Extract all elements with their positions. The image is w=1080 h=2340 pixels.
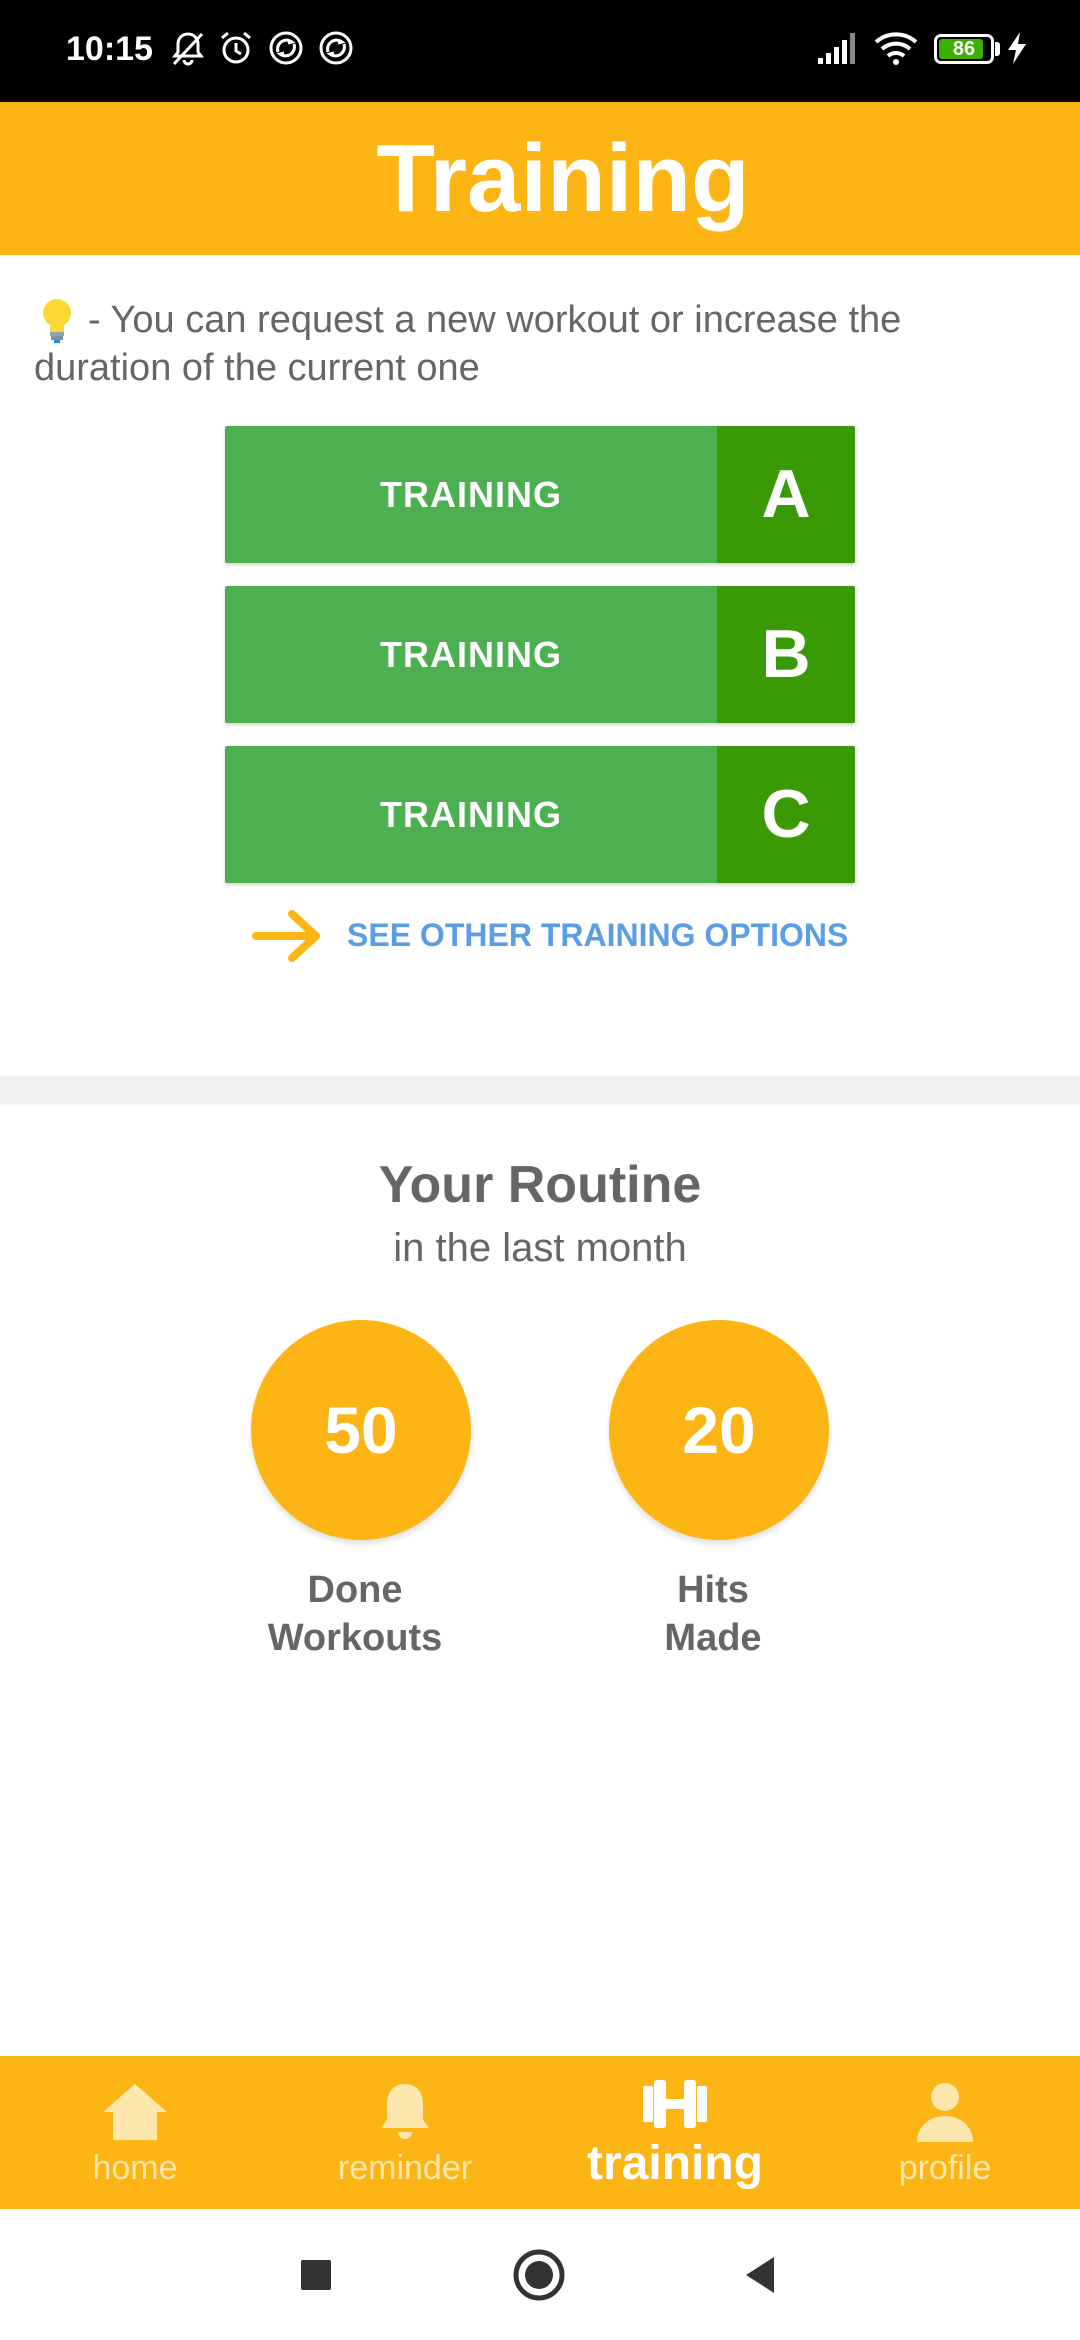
training-label: TRAINING: [380, 794, 562, 835]
signal-icon: [818, 33, 855, 64]
battery-icon: 86: [934, 34, 994, 64]
back-button[interactable]: [732, 2245, 792, 2305]
training-b-button[interactable]: TRAINING B: [225, 586, 855, 723]
section-divider: [0, 1076, 1080, 1102]
nav-label-profile: profile: [898, 2149, 992, 2187]
training-c-button[interactable]: TRAINING C: [225, 746, 855, 883]
page-title: Training: [376, 125, 750, 232]
hits-made-circle: 20: [609, 1320, 829, 1540]
person-icon: [917, 2083, 973, 2142]
hits-made-label: Hits Made: [664, 1569, 762, 1659]
nav-item-profile[interactable]: profile: [810, 2056, 1080, 2209]
hits-made-value: 20: [682, 1393, 756, 1467]
battery-tip: [995, 42, 1000, 56]
training-letter: B: [717, 586, 855, 723]
bell-off-icon: [172, 32, 204, 66]
nav-item-home[interactable]: home: [0, 2056, 270, 2209]
see-other-options-link[interactable]: SEE OTHER TRAINING OPTIONS: [252, 900, 852, 970]
status-time: 10:15: [66, 30, 153, 68]
lightbulb-icon: [43, 299, 71, 343]
training-label: TRAINING: [380, 634, 562, 675]
training-letter: A: [717, 426, 855, 563]
charging-icon: [1008, 32, 1026, 64]
nav-label-training: training: [587, 2137, 763, 2190]
done-workouts-circle: 50: [251, 1320, 471, 1540]
status-bar: [0, 0, 1080, 102]
done-workouts-value: 50: [324, 1393, 398, 1467]
sync-icon: [319, 31, 353, 65]
nav-label-home: home: [92, 2149, 178, 2187]
nav-item-reminder[interactable]: reminder: [270, 2056, 540, 2209]
routine-subtitle: in the last month: [393, 1226, 687, 1270]
done-workouts-label: Done Workouts: [267, 1569, 443, 1659]
home-icon: [103, 2084, 167, 2140]
arrow-right-icon: [252, 910, 320, 962]
training-label: TRAINING: [380, 474, 562, 515]
training-a-button[interactable]: TRAINING A: [225, 426, 855, 563]
alarm-icon: [221, 31, 251, 64]
nav-label-reminder: reminder: [337, 2149, 473, 2187]
nav-item-training[interactable]: training: [540, 2056, 810, 2209]
tip-text: - You can request a new workout or incre…: [34, 299, 902, 389]
training-letter: C: [717, 746, 855, 883]
battery-level: 86: [952, 38, 976, 60]
recents-button[interactable]: [286, 2245, 346, 2305]
dumbbell-icon: [643, 2080, 707, 2128]
wifi-icon: [874, 32, 918, 65]
see-other-options-label: SEE OTHER TRAINING OPTIONS: [347, 917, 849, 953]
bell-icon: [381, 2084, 429, 2139]
home-system-button[interactable]: [509, 2245, 569, 2305]
sync-icon: [269, 31, 303, 65]
routine-title: Your Routine: [378, 1156, 702, 1214]
